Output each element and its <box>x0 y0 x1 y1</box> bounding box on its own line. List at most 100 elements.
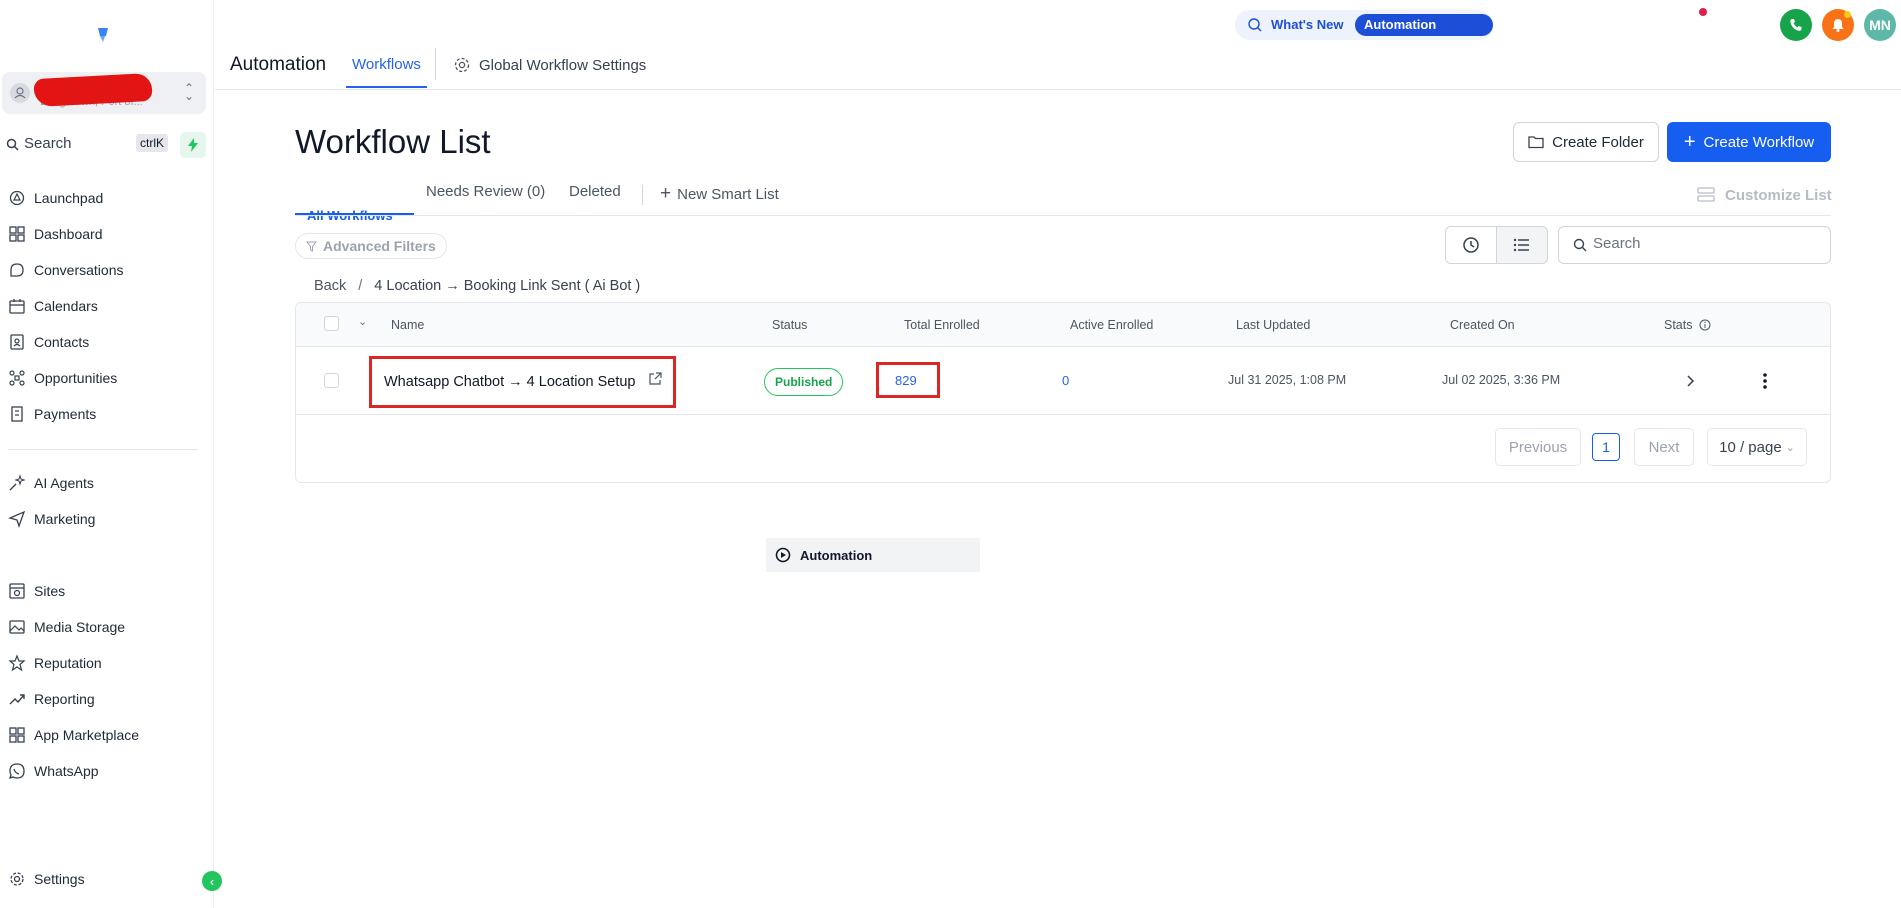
tab-needs-review[interactable]: Needs Review (0) <box>426 183 545 200</box>
sidebar-item-label: Launchpad <box>34 190 104 206</box>
sidebar-item-settings[interactable]: Settings <box>0 862 214 896</box>
payments-icon <box>8 405 26 423</box>
next-page-button[interactable]: Next <box>1634 428 1694 466</box>
create-folder-button[interactable]: Create Folder <box>1513 122 1659 162</box>
filter-icon <box>306 241 317 252</box>
sidebar-item-label: Calendars <box>34 298 98 314</box>
opportunities-icon <box>8 369 26 387</box>
quick-action-bolt-icon[interactable] <box>180 132 206 158</box>
app-logo-icon[interactable] <box>94 24 112 46</box>
sidebar-item-automation[interactable]: Automation <box>766 538 980 572</box>
page-size-select[interactable]: 10 / page ⌄ <box>1707 428 1807 466</box>
external-link-icon[interactable] <box>648 372 662 386</box>
sidebar-item-launchpad[interactable]: Launchpad <box>0 181 214 215</box>
stats-label: Stats <box>1664 318 1693 332</box>
workflow-search[interactable] <box>1558 226 1831 264</box>
sidebar-item-sites[interactable]: Sites <box>0 574 214 608</box>
last-updated-value: Jul 31 2025, 1:08 PM <box>1228 373 1347 387</box>
sidebar-item-label: Automation <box>800 547 873 563</box>
global-settings-label: Global Workflow Settings <box>479 56 647 74</box>
create-workflow-button[interactable]: + Create Workflow <box>1667 122 1831 162</box>
sidebar-item-marketing[interactable]: Marketing <box>0 502 214 536</box>
sidebar-divider <box>8 449 198 450</box>
column-active-enrolled[interactable]: Active Enrolled <box>1070 318 1153 332</box>
sidebar-item-media-storage[interactable]: Media Storage <box>0 610 214 644</box>
tab-separator <box>642 185 643 205</box>
section-title: Automation <box>230 54 327 75</box>
column-status[interactable]: Status <box>772 318 807 332</box>
chevron-down-icon: ⌄ <box>1785 441 1795 454</box>
account-switcher[interactable]: Bridgetown, Port of... ⌃⌄ <box>2 72 206 114</box>
column-name[interactable]: Name <box>391 318 424 332</box>
created-on-value: Jul 02 2025, 3:36 PM <box>1442 373 1561 387</box>
row-checkbox[interactable] <box>324 373 339 388</box>
phone-button[interactable] <box>1780 9 1812 41</box>
sidebar-search-label: Search <box>24 135 72 152</box>
sidebar-item-ai-agents[interactable]: AI Agents <box>0 466 214 500</box>
list-view-button[interactable] <box>1496 226 1548 264</box>
sidebar-item-reporting[interactable]: Reporting <box>0 682 214 716</box>
folder-icon <box>1528 136 1544 149</box>
tab-deleted[interactable]: Deleted <box>569 183 621 200</box>
column-total-enrolled[interactable]: Total Enrolled <box>904 318 980 332</box>
advanced-filters-button[interactable]: Advanced Filters <box>295 233 447 259</box>
workflow-name-link[interactable]: Whatsapp Chatbot → 4 Location Setup <box>384 374 636 390</box>
active-tab-indicator <box>346 86 427 88</box>
chevron-right-icon[interactable] <box>1685 375 1695 387</box>
sidebar-item-app-marketplace[interactable]: App Marketplace <box>0 718 214 752</box>
table-header: ⌄ Name Status Total Enrolled Active Enro… <box>296 303 1830 347</box>
sidebar-item-label: App Marketplace <box>34 727 140 743</box>
sidebar-item-opportunities[interactable]: Opportunities <box>0 361 214 395</box>
chat-icon <box>8 261 26 279</box>
plus-icon: + <box>1683 131 1696 153</box>
previous-page-button[interactable]: Previous <box>1495 428 1581 466</box>
breadcrumb-back-link[interactable]: Back <box>314 278 346 294</box>
new-smart-list-button[interactable]: + New Smart List <box>660 183 779 205</box>
sidebar-item-label: WhatsApp <box>34 763 99 779</box>
select-all-checkbox[interactable] <box>324 316 339 331</box>
table-row[interactable]: Whatsapp Chatbot → 4 Location Setup Publ… <box>296 348 1830 415</box>
sidebar-search[interactable]: Search ctrlK <box>4 132 172 156</box>
bell-icon <box>1832 19 1844 32</box>
automation-updates-badge[interactable]: Automation Updates <box>1355 14 1493 54</box>
dashboard-icon <box>8 225 26 243</box>
sidebar-item-contacts[interactable]: Contacts <box>0 325 214 359</box>
sidebar-item-label: Sites <box>34 583 66 599</box>
column-stats[interactable]: Stats <box>1664 318 1711 332</box>
sidebar-item-conversations[interactable]: Conversations <box>0 253 214 287</box>
workflow-table: ⌄ Name Status Total Enrolled Active Enro… <box>295 302 1831 483</box>
sparkle-search-icon <box>1248 18 1262 32</box>
sidebar-item-reputation[interactable]: Reputation <box>0 646 214 680</box>
active-enrolled-link[interactable]: 0 <box>1062 373 1069 388</box>
tab-workflows[interactable]: Workflows <box>352 56 421 73</box>
chevron-down-icon[interactable]: ⌄ <box>358 315 367 328</box>
search-input[interactable] <box>1593 235 1813 252</box>
sidebar-item-label: Conversations <box>34 262 124 278</box>
sidebar-item-whatsapp[interactable]: WhatsApp <box>0 754 214 788</box>
total-enrolled-link[interactable]: 829 <box>895 373 917 388</box>
sidebar-item-payments[interactable]: Payments <box>0 397 214 431</box>
sidebar-item-label: Reputation <box>34 655 102 671</box>
whats-new-banner[interactable]: What's New Automation Updates <box>1235 10 1493 54</box>
tab-global-workflow-settings[interactable]: Global Workflow Settings <box>453 56 646 74</box>
customize-list-button[interactable]: Customize List <box>1697 186 1832 204</box>
sidebar-item-label: Dashboard <box>34 226 103 242</box>
sidebar-item-calendars[interactable]: Calendars <box>0 289 214 323</box>
sparkle-icon <box>8 474 26 492</box>
more-options-icon[interactable] <box>1762 372 1768 390</box>
page-1-button[interactable]: 1 <box>1592 433 1620 461</box>
recent-view-button[interactable] <box>1445 226 1497 264</box>
phone-icon <box>1790 19 1802 31</box>
column-last-updated[interactable]: Last Updated <box>1236 318 1310 332</box>
tab-separator <box>435 48 436 80</box>
sidebar-item-dashboard[interactable]: Dashboard <box>0 217 214 251</box>
location-avatar-icon <box>10 83 30 103</box>
plus-icon: + <box>660 183 672 204</box>
customize-list-label: Customize List <box>1725 186 1832 204</box>
sidebar: Bridgetown, Port of... ⌃⌄ Search ctrlK L… <box>0 0 980 908</box>
search-icon <box>1573 238 1587 252</box>
collapse-sidebar-button[interactable]: ‹ <box>202 871 222 891</box>
sidebar-item-label: AI Agents <box>34 475 94 491</box>
column-created-on[interactable]: Created On <box>1450 318 1515 332</box>
user-avatar[interactable]: MN <box>1864 9 1896 41</box>
